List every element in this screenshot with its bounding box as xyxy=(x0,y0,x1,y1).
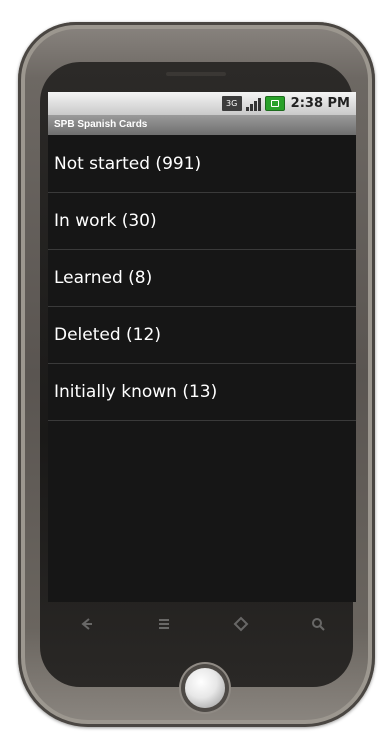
trackball[interactable] xyxy=(185,668,225,708)
status-bar: 3G 2:38 PM xyxy=(48,92,356,115)
menu-button[interactable] xyxy=(149,609,179,639)
list-item-deleted[interactable]: Deleted (12) xyxy=(48,307,356,364)
list-item-label: Initially known (13) xyxy=(54,382,218,402)
list-item-label: In work (30) xyxy=(54,211,157,231)
home-button[interactable] xyxy=(226,609,256,639)
device-screen: 3G 2:38 PM SPB Spanish Cards Not started… xyxy=(48,92,356,602)
home-icon xyxy=(233,616,248,632)
list-item-label: Deleted (12) xyxy=(54,325,161,345)
battery-icon xyxy=(264,96,285,111)
list-item-learned[interactable]: Learned (8) xyxy=(48,250,356,307)
3g-icon: 3G xyxy=(221,96,242,111)
signal-icon xyxy=(245,97,261,111)
search-icon xyxy=(311,618,325,631)
earpiece-speaker xyxy=(166,72,226,76)
list-item-label: Not started (991) xyxy=(54,153,202,174)
search-button[interactable] xyxy=(303,609,333,639)
back-icon xyxy=(80,618,92,630)
app-title: SPB Spanish Cards xyxy=(48,115,356,135)
category-list: Not started (991) In work (30) Learned (… xyxy=(48,135,356,421)
list-item-label: Learned (8) xyxy=(54,268,153,288)
status-time: 2:38 PM xyxy=(290,96,350,111)
list-item-not-started[interactable]: Not started (991) xyxy=(48,135,356,193)
hardware-nav-bar xyxy=(48,604,356,644)
menu-icon xyxy=(158,619,169,629)
list-item-initially-known[interactable]: Initially known (13) xyxy=(48,364,356,421)
back-button[interactable] xyxy=(72,609,102,639)
list-item-in-work[interactable]: In work (30) xyxy=(48,193,356,250)
